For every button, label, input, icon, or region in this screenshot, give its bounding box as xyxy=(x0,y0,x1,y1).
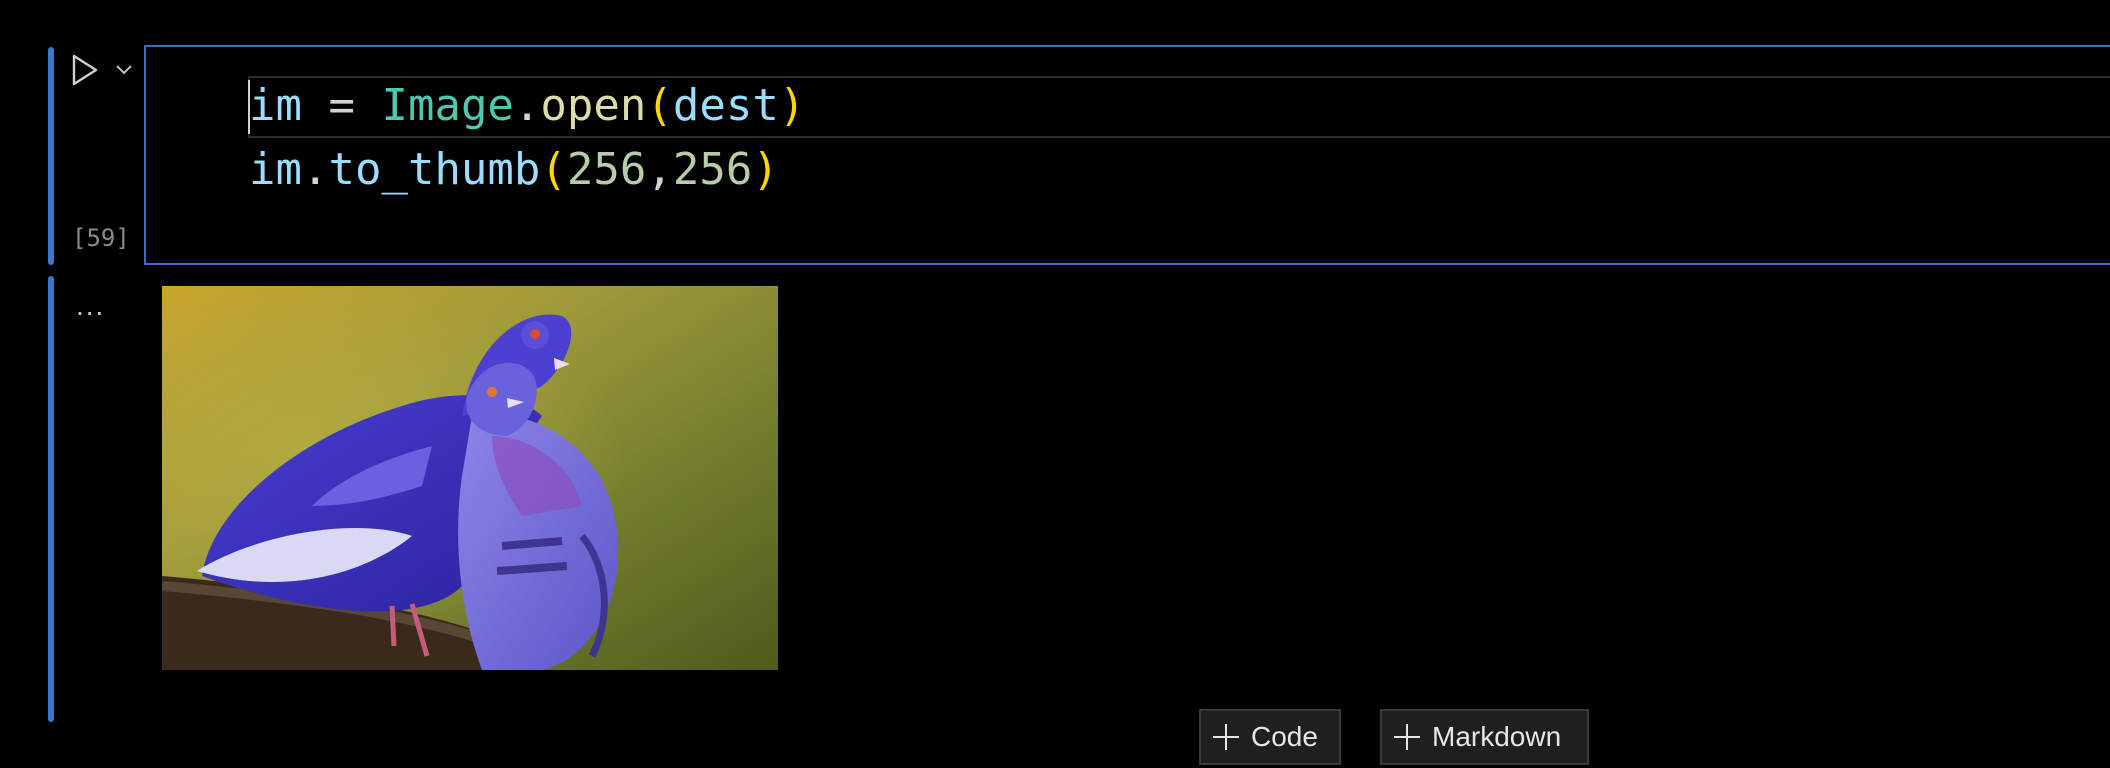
code-token-variable: im xyxy=(249,80,302,131)
code-token-number: 256 xyxy=(566,144,647,195)
code-token-function: open xyxy=(540,80,647,131)
code-token-method: to_thumb xyxy=(328,144,541,195)
add-markdown-label: Markdown xyxy=(1432,721,1562,752)
code-token-argument: dest xyxy=(672,80,779,131)
plus-icon xyxy=(1213,724,1239,750)
output-more-actions[interactable]: ... xyxy=(76,290,105,322)
cell-focus-indicator[interactable] xyxy=(48,47,54,265)
code-token-variable: im xyxy=(249,144,302,195)
code-line-2[interactable]: im.to_thumb(256,256) xyxy=(249,142,779,198)
add-code-label: Code xyxy=(1251,721,1318,752)
output-focus-indicator[interactable] xyxy=(48,276,54,722)
notebook-page: [59] im = Image.open(dest) im.to_thumb(2… xyxy=(0,0,2110,768)
play-icon xyxy=(72,54,98,86)
execution-count: [59] xyxy=(72,224,130,252)
add-markdown-cell-button[interactable]: Markdown xyxy=(1380,709,1589,765)
pigeons-image xyxy=(162,286,778,670)
code-token-paren: ) xyxy=(752,144,779,195)
code-token-number: 256 xyxy=(672,144,753,195)
pigeons-output-image xyxy=(162,286,778,670)
code-token-paren: ) xyxy=(778,80,806,131)
code-token-dot: . xyxy=(301,144,329,195)
text-cursor xyxy=(248,80,250,134)
code-token-comma: , xyxy=(646,144,673,195)
code-token-class: Image xyxy=(381,80,514,131)
code-token-paren: ( xyxy=(540,144,567,195)
run-options-button[interactable] xyxy=(112,58,136,82)
add-code-cell-button[interactable]: Code xyxy=(1199,709,1341,765)
code-token-dot: . xyxy=(513,80,541,131)
run-cell-button[interactable] xyxy=(68,52,102,88)
chevron-down-icon xyxy=(116,65,132,75)
code-token-operator: = xyxy=(301,80,382,131)
code-line-1[interactable]: im = Image.open(dest) xyxy=(249,78,805,134)
plus-icon xyxy=(1394,724,1420,750)
code-token-paren: ( xyxy=(646,80,673,131)
